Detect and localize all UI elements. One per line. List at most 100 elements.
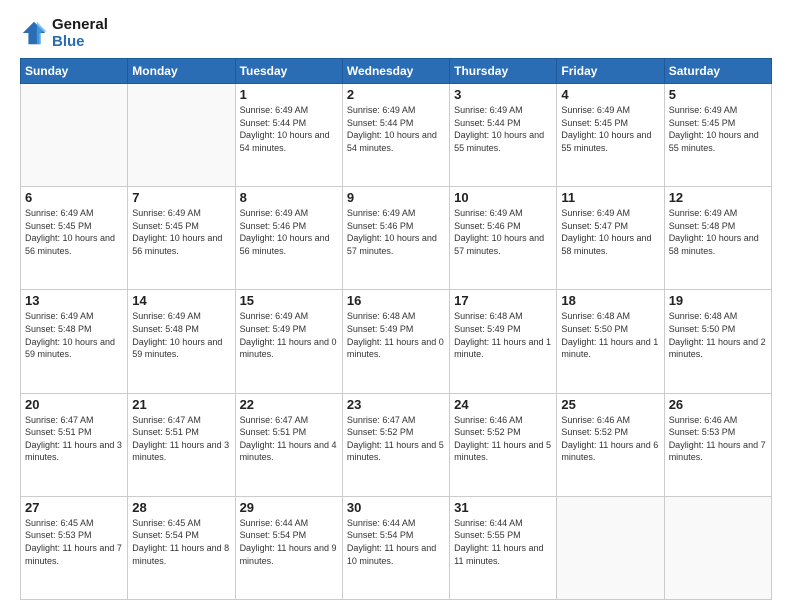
- day-info: Sunrise: 6:49 AM Sunset: 5:47 PM Dayligh…: [561, 207, 659, 257]
- calendar-week-5: 27 Sunrise: 6:45 AM Sunset: 5:53 PM Dayli…: [21, 496, 772, 599]
- calendar-cell: 15 Sunrise: 6:49 AM Sunset: 5:49 PM Dayli…: [235, 290, 342, 393]
- day-number: 29: [240, 500, 338, 515]
- day-info: Sunrise: 6:44 AM Sunset: 5:55 PM Dayligh…: [454, 517, 552, 567]
- col-tuesday: Tuesday: [235, 59, 342, 84]
- day-number: 9: [347, 190, 445, 205]
- day-number: 25: [561, 397, 659, 412]
- logo-text: General Blue: [52, 16, 108, 50]
- calendar-cell: [664, 496, 771, 599]
- day-info: Sunrise: 6:45 AM Sunset: 5:53 PM Dayligh…: [25, 517, 123, 567]
- day-number: 30: [347, 500, 445, 515]
- day-number: 8: [240, 190, 338, 205]
- col-monday: Monday: [128, 59, 235, 84]
- day-info: Sunrise: 6:49 AM Sunset: 5:48 PM Dayligh…: [132, 310, 230, 360]
- calendar-cell: 13 Sunrise: 6:49 AM Sunset: 5:48 PM Dayli…: [21, 290, 128, 393]
- day-number: 28: [132, 500, 230, 515]
- day-info: Sunrise: 6:46 AM Sunset: 5:53 PM Dayligh…: [669, 414, 767, 464]
- calendar-cell: 27 Sunrise: 6:45 AM Sunset: 5:53 PM Dayli…: [21, 496, 128, 599]
- page: General Blue Sunday Monday Tuesday Wedne…: [0, 0, 792, 612]
- day-info: Sunrise: 6:47 AM Sunset: 5:52 PM Dayligh…: [347, 414, 445, 464]
- calendar-cell: 2 Sunrise: 6:49 AM Sunset: 5:44 PM Daylig…: [342, 84, 449, 187]
- calendar-cell: 18 Sunrise: 6:48 AM Sunset: 5:50 PM Dayli…: [557, 290, 664, 393]
- calendar-cell: 14 Sunrise: 6:49 AM Sunset: 5:48 PM Dayli…: [128, 290, 235, 393]
- calendar-cell: 20Sunrise: 6:47 AM Sunset: 5:51 PM Dayli…: [21, 393, 128, 496]
- day-number: 16: [347, 293, 445, 308]
- logo-icon: [20, 19, 48, 47]
- day-info: Sunrise: 6:49 AM Sunset: 5:45 PM Dayligh…: [132, 207, 230, 257]
- day-number: 20: [25, 397, 123, 412]
- day-number: 14: [132, 293, 230, 308]
- day-info: Sunrise: 6:49 AM Sunset: 5:45 PM Dayligh…: [561, 104, 659, 154]
- day-info: Sunrise: 6:49 AM Sunset: 5:49 PM Dayligh…: [240, 310, 338, 360]
- calendar-cell: 31 Sunrise: 6:44 AM Sunset: 5:55 PM Dayli…: [450, 496, 557, 599]
- day-info: Sunrise: 6:49 AM Sunset: 5:46 PM Dayligh…: [454, 207, 552, 257]
- day-info: Sunrise: 6:49 AM Sunset: 5:48 PM Dayligh…: [25, 310, 123, 360]
- calendar-cell: 8 Sunrise: 6:49 AM Sunset: 5:46 PM Daylig…: [235, 187, 342, 290]
- calendar-cell: 6Sunrise: 6:49 AM Sunset: 5:45 PM Daylig…: [21, 187, 128, 290]
- day-number: 2: [347, 87, 445, 102]
- day-number: 18: [561, 293, 659, 308]
- calendar-cell: 11 Sunrise: 6:49 AM Sunset: 5:47 PM Dayli…: [557, 187, 664, 290]
- day-number: 3: [454, 87, 552, 102]
- calendar-table: Sunday Monday Tuesday Wednesday Thursday…: [20, 58, 772, 600]
- calendar-cell: 17Sunrise: 6:48 AM Sunset: 5:49 PM Dayli…: [450, 290, 557, 393]
- day-info: Sunrise: 6:49 AM Sunset: 5:44 PM Dayligh…: [347, 104, 445, 154]
- day-info: Sunrise: 6:46 AM Sunset: 5:52 PM Dayligh…: [561, 414, 659, 464]
- logo: General Blue: [20, 16, 108, 50]
- day-info: Sunrise: 6:45 AM Sunset: 5:54 PM Dayligh…: [132, 517, 230, 567]
- calendar-cell: 24 Sunrise: 6:46 AM Sunset: 5:52 PM Dayli…: [450, 393, 557, 496]
- day-info: Sunrise: 6:49 AM Sunset: 5:45 PM Dayligh…: [669, 104, 767, 154]
- day-number: 12: [669, 190, 767, 205]
- day-info: Sunrise: 6:47 AM Sunset: 5:51 PM Dayligh…: [132, 414, 230, 464]
- day-info: Sunrise: 6:48 AM Sunset: 5:50 PM Dayligh…: [669, 310, 767, 360]
- col-saturday: Saturday: [664, 59, 771, 84]
- day-info: Sunrise: 6:49 AM Sunset: 5:46 PM Dayligh…: [240, 207, 338, 257]
- day-info: Sunrise: 6:48 AM Sunset: 5:50 PM Dayligh…: [561, 310, 659, 360]
- calendar-cell: 4 Sunrise: 6:49 AM Sunset: 5:45 PM Daylig…: [557, 84, 664, 187]
- day-number: 17: [454, 293, 552, 308]
- day-number: 1: [240, 87, 338, 102]
- day-number: 10: [454, 190, 552, 205]
- day-number: 11: [561, 190, 659, 205]
- day-number: 21: [132, 397, 230, 412]
- header: General Blue: [20, 16, 772, 50]
- day-number: 19: [669, 293, 767, 308]
- day-info: Sunrise: 6:48 AM Sunset: 5:49 PM Dayligh…: [347, 310, 445, 360]
- day-number: 23: [347, 397, 445, 412]
- day-number: 13: [25, 293, 123, 308]
- calendar-cell: 7 Sunrise: 6:49 AM Sunset: 5:45 PM Daylig…: [128, 187, 235, 290]
- calendar-cell: 1Sunrise: 6:49 AM Sunset: 5:44 PM Daylig…: [235, 84, 342, 187]
- day-info: Sunrise: 6:49 AM Sunset: 5:48 PM Dayligh…: [669, 207, 767, 257]
- calendar-cell: 21 Sunrise: 6:47 AM Sunset: 5:51 PM Dayli…: [128, 393, 235, 496]
- day-number: 24: [454, 397, 552, 412]
- day-info: Sunrise: 6:44 AM Sunset: 5:54 PM Dayligh…: [347, 517, 445, 567]
- calendar-cell: [128, 84, 235, 187]
- calendar-cell: 12 Sunrise: 6:49 AM Sunset: 5:48 PM Dayli…: [664, 187, 771, 290]
- day-number: 5: [669, 87, 767, 102]
- day-info: Sunrise: 6:46 AM Sunset: 5:52 PM Dayligh…: [454, 414, 552, 464]
- calendar-cell: 29Sunrise: 6:44 AM Sunset: 5:54 PM Dayli…: [235, 496, 342, 599]
- day-number: 27: [25, 500, 123, 515]
- day-info: Sunrise: 6:49 AM Sunset: 5:46 PM Dayligh…: [347, 207, 445, 257]
- day-number: 15: [240, 293, 338, 308]
- calendar-cell: 26 Sunrise: 6:46 AM Sunset: 5:53 PM Dayli…: [664, 393, 771, 496]
- calendar-cell: 9 Sunrise: 6:49 AM Sunset: 5:46 PM Daylig…: [342, 187, 449, 290]
- calendar-week-4: 20 Sunrise: 6:47 AM Sunset: 5:51 PM Dayli…: [21, 393, 772, 496]
- calendar-cell: [557, 496, 664, 599]
- col-thursday: Thursday: [450, 59, 557, 84]
- calendar-header-row: Sunday Monday Tuesday Wednesday Thursday…: [21, 59, 772, 84]
- calendar-cell: 10 Sunrise: 6:49 AM Sunset: 5:46 PM Dayli…: [450, 187, 557, 290]
- calendar-cell: 19 Sunrise: 6:48 AM Sunset: 5:50 PM Dayli…: [664, 290, 771, 393]
- day-info: Sunrise: 6:49 AM Sunset: 5:44 PM Dayligh…: [454, 104, 552, 154]
- day-number: 4: [561, 87, 659, 102]
- day-info: Sunrise: 6:47 AM Sunset: 5:51 PM Dayligh…: [240, 414, 338, 464]
- day-number: 7: [132, 190, 230, 205]
- calendar-cell: 30 Sunrise: 6:44 AM Sunset: 5:54 PM Dayli…: [342, 496, 449, 599]
- day-number: 22: [240, 397, 338, 412]
- calendar-week-2: 6Sunrise: 6:49 AM Sunset: 5:45 PM Daylig…: [21, 187, 772, 290]
- calendar-cell: 25 Sunrise: 6:46 AM Sunset: 5:52 PM Dayli…: [557, 393, 664, 496]
- calendar-cell: [21, 84, 128, 187]
- col-sunday: Sunday: [21, 59, 128, 84]
- day-number: 26: [669, 397, 767, 412]
- day-number: 31: [454, 500, 552, 515]
